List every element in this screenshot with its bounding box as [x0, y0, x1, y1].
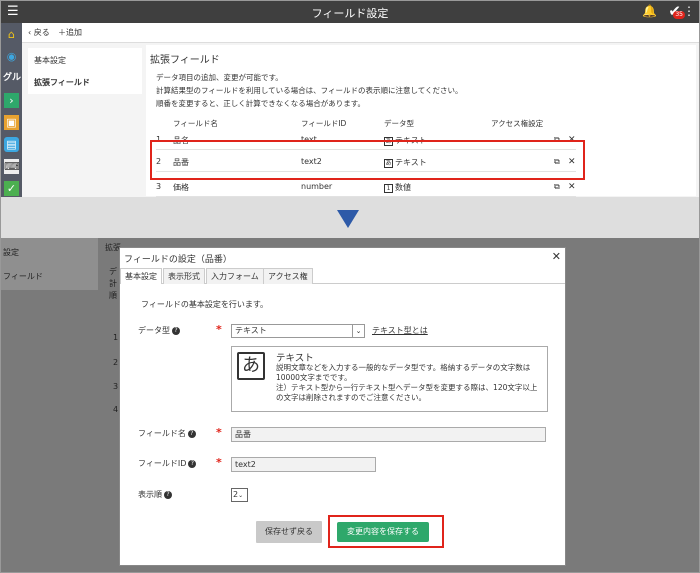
- description-line: 順番を変更すると、正しく計算できなくなる場合があります。: [156, 99, 365, 108]
- background-text: 計: [109, 279, 117, 288]
- text-type-icon: あ: [237, 352, 265, 380]
- rail-group-label[interactable]: グル: [2, 71, 22, 86]
- background-text: 4: [113, 405, 119, 414]
- background-text: デ: [109, 267, 117, 276]
- display-order-label: 表示順?: [138, 489, 172, 500]
- type-description: 説明文章などを入力する一般的なデータ型です。格納するデータの文字数は10000文…: [276, 363, 538, 402]
- arrow-down-icon: [337, 210, 359, 228]
- data-type-label: データ型?: [138, 325, 180, 336]
- description-line: 計算結果型のフィールドを利用している場合は、フィールドの表示順に注意してください…: [156, 86, 463, 95]
- home-icon[interactable]: ⌂: [4, 27, 19, 42]
- chevron-down-icon: ⌄: [352, 325, 364, 337]
- field-id-input[interactable]: text2: [231, 457, 376, 472]
- add-label: 追加: [66, 28, 82, 37]
- description-line: データ項目の追加、変更が可能です。: [156, 73, 283, 82]
- row-type-label: 数値: [395, 183, 411, 192]
- field-name-label: フィールド名?: [138, 428, 196, 439]
- back-label: 戻る: [33, 28, 50, 37]
- chevron-down-icon: ⌄: [238, 492, 244, 499]
- display-order-select[interactable]: 2⌄: [231, 488, 248, 502]
- row-field-name: 価格: [173, 183, 189, 192]
- help-icon[interactable]: ?: [172, 326, 180, 335]
- settings-nav: 基本設定 拡張フィールド: [28, 48, 142, 94]
- data-type-value: テキスト: [235, 326, 267, 335]
- required-mark: *: [216, 426, 222, 439]
- required-mark: *: [216, 323, 222, 336]
- highlight-box-save: [328, 515, 444, 548]
- nav-item-extended[interactable]: 拡張フィールド: [34, 77, 90, 88]
- intro-text: フィールドの基本設定を行います。: [141, 300, 269, 309]
- background-text: 1: [113, 333, 119, 342]
- data-type-select[interactable]: テキスト ⌄: [231, 324, 365, 338]
- copy-icon[interactable]: ⧉: [554, 182, 560, 192]
- highlight-box-row: [150, 140, 585, 180]
- tab-access[interactable]: アクセス権: [263, 268, 313, 284]
- dialog-title: フィールドの設定（品番）: [124, 255, 232, 265]
- field-id-label: フィールドID?: [138, 458, 197, 469]
- close-icon[interactable]: ✕: [552, 250, 561, 263]
- expand-arrow-icon[interactable]: ›: [4, 93, 19, 108]
- more-vertical-icon[interactable]: ⋮: [683, 4, 695, 18]
- column-header-type: データ型: [384, 119, 414, 128]
- field-name-label-text: フィールド名: [138, 429, 186, 438]
- help-icon[interactable]: ?: [187, 429, 196, 438]
- window-title: フィールド設定: [311, 7, 389, 20]
- field-name-input[interactable]: 品番: [231, 427, 546, 442]
- background-text: フィールド: [3, 272, 43, 281]
- required-mark: *: [216, 456, 222, 469]
- column-header-access: アクセス権設定: [491, 119, 544, 128]
- background-text: 2: [113, 358, 119, 367]
- add-button[interactable]: ＋追加: [58, 27, 82, 38]
- left-rail: ⌂ ◉ グル › ▣ ▤ ⌨ ✓: [1, 23, 22, 197]
- row-field-id: number: [301, 182, 333, 191]
- help-icon[interactable]: ?: [164, 490, 172, 499]
- bell-icon[interactable]: 🔔: [642, 4, 657, 18]
- back-button[interactable]: ‹ 戻る: [28, 27, 50, 38]
- display-order-label-text: 表示順: [138, 490, 162, 499]
- cancel-without-saving-button[interactable]: 保存せず戻る: [256, 521, 322, 543]
- help-icon[interactable]: ?: [188, 459, 197, 468]
- page-title: 拡張フィールド: [150, 55, 220, 66]
- background-text: 順: [109, 291, 117, 300]
- background-text: 3: [113, 382, 119, 391]
- database-icon[interactable]: ◉: [4, 49, 19, 64]
- image-icon[interactable]: ▣: [4, 115, 19, 130]
- tab-input-form[interactable]: 入力フォーム: [206, 268, 264, 284]
- nav-item-basic[interactable]: 基本設定: [34, 55, 66, 66]
- type-name: テキスト: [276, 353, 314, 364]
- background-text: 設定: [3, 248, 19, 257]
- table-row[interactable]: 3 価格 number 1 数値 ⧉ ✕: [156, 177, 576, 197]
- data-type-info-box: あ テキスト 説明文章などを入力する一般的なデータ型です。格納するデータの文字数…: [231, 346, 548, 412]
- plus-icon: ＋: [58, 28, 66, 37]
- toolbar: ‹ 戻る ＋追加: [22, 23, 699, 43]
- row-data-type: 1 数値: [384, 182, 411, 193]
- chat-icon[interactable]: ▤: [4, 137, 19, 152]
- data-type-label-text: データ型: [138, 326, 170, 335]
- dialog-tabs: 基本設定 表示形式 入力フォーム アクセス権: [120, 268, 565, 284]
- checklist-icon[interactable]: ✓: [4, 181, 19, 196]
- column-header-id: フィールドID: [301, 119, 347, 128]
- text-type-help-link[interactable]: テキスト型とは: [372, 325, 428, 336]
- delete-icon[interactable]: ✕: [568, 182, 576, 192]
- column-header-name: フィールド名: [173, 119, 218, 128]
- tab-display[interactable]: 表示形式: [163, 268, 205, 284]
- row-number: 3: [156, 182, 162, 191]
- title-bar: ☰ フィールド設定 🔔 ✔ 35 ⋮: [1, 1, 699, 23]
- background-nav: [1, 238, 98, 290]
- field-id-label-text: フィールドID: [138, 459, 187, 468]
- keyboard-icon[interactable]: ⌨: [4, 159, 20, 174]
- tab-basic[interactable]: 基本設定: [120, 268, 162, 284]
- number-type-icon: 1: [384, 184, 393, 193]
